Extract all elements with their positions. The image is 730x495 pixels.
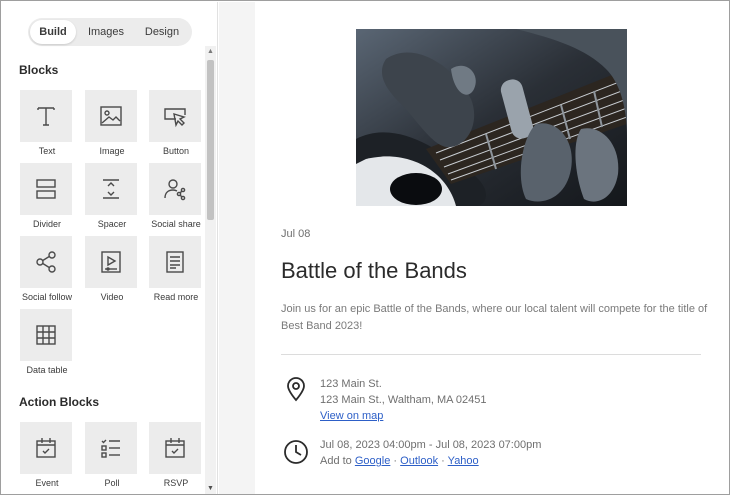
block-tile	[149, 90, 201, 142]
block-spacer[interactable]: Spacer	[84, 163, 140, 235]
block-button[interactable]: Button	[148, 90, 204, 162]
block-tile	[85, 163, 137, 215]
action-blocks-heading: Action Blocks	[19, 395, 100, 409]
event-date: Jul 08	[281, 228, 311, 240]
add-to-label: Add to	[320, 455, 352, 467]
address-line-1: 123 Main St.	[320, 378, 382, 390]
content-divider	[281, 354, 701, 355]
event-title[interactable]: Battle of the Bands	[281, 258, 467, 284]
spacer-icon	[103, 179, 119, 199]
google-calendar-link[interactable]: Google	[355, 455, 390, 467]
block-tile	[20, 309, 72, 361]
view-on-map-link[interactable]: View on map	[320, 410, 383, 422]
block-tile	[85, 236, 137, 288]
block-tile	[85, 422, 137, 474]
block-text[interactable]: Text	[19, 90, 75, 162]
canvas-gutter	[219, 2, 255, 494]
block-tile	[20, 163, 72, 215]
location-pin-icon	[283, 376, 309, 402]
add-to-calendar: Add to Google · Outlook · Yahoo	[320, 453, 541, 469]
block-video[interactable]: Video	[84, 236, 140, 308]
block-label: Social share	[151, 219, 201, 229]
block-social-follow[interactable]: Social follow	[19, 236, 75, 308]
sidebar-scrollbar[interactable]: ▲ ▼	[205, 46, 216, 494]
calendar-event-icon	[36, 438, 56, 458]
block-social-share[interactable]: Social share	[148, 163, 204, 235]
tab-images[interactable]: Images	[76, 20, 136, 44]
tab-build[interactable]: Build	[30, 20, 76, 44]
data-table-icon	[36, 325, 56, 345]
block-data-table[interactable]: Data table	[19, 309, 75, 381]
read-more-icon	[166, 251, 184, 273]
link-separator: ·	[393, 455, 398, 467]
block-tile	[85, 90, 137, 142]
block-image[interactable]: Image	[84, 90, 140, 162]
address-line-2: 123 Main St., Waltham, MA 02451	[320, 394, 487, 406]
block-event[interactable]: Event	[19, 422, 75, 494]
editor-window: Build Images Design Blocks Text Image Bu…	[0, 0, 730, 495]
block-tile	[20, 90, 72, 142]
scroll-up-arrow-icon[interactable]: ▲	[205, 46, 216, 58]
panel-tabs: Build Images Design	[28, 18, 192, 46]
block-label: RSVP	[163, 478, 189, 488]
calendar-rsvp-icon	[165, 438, 185, 458]
block-label: Read more	[153, 292, 199, 302]
clock-icon	[283, 439, 309, 465]
block-tile	[20, 422, 72, 474]
block-read-more[interactable]: Read more	[148, 236, 204, 308]
block-label: Button	[162, 146, 190, 156]
block-divider[interactable]: Divider	[19, 163, 75, 235]
block-rsvp[interactable]: RSVP	[148, 422, 204, 494]
divider-icon	[36, 179, 56, 199]
block-tile	[149, 422, 201, 474]
blocks-heading: Blocks	[19, 63, 59, 77]
link-separator: ·	[441, 455, 445, 467]
poll-icon	[101, 439, 120, 458]
guitar-photo	[356, 29, 627, 206]
image-icon	[100, 106, 122, 126]
block-label: Data table	[26, 365, 68, 375]
block-tile	[149, 236, 201, 288]
event-location: 123 Main St. 123 Main St., Waltham, MA 0…	[320, 376, 487, 424]
scroll-down-arrow-icon[interactable]: ▼	[205, 483, 216, 494]
block-tile	[20, 236, 72, 288]
social-share-icon	[164, 179, 186, 201]
video-icon	[101, 251, 121, 273]
yahoo-calendar-link[interactable]: Yahoo	[448, 455, 479, 467]
social-follow-icon	[36, 251, 56, 273]
outlook-calendar-link[interactable]: Outlook	[400, 455, 438, 467]
tab-design[interactable]: Design	[136, 20, 188, 44]
event-datetime: Jul 08, 2023 04:00pm - Jul 08, 2023 07:0…	[320, 439, 542, 451]
event-time: Jul 08, 2023 04:00pm - Jul 08, 2023 07:0…	[320, 437, 541, 469]
block-poll[interactable]: Poll	[84, 422, 140, 494]
block-tile	[149, 163, 201, 215]
blocks-sidebar: Build Images Design Blocks Text Image Bu…	[2, 2, 218, 494]
event-description[interactable]: Join us for an epic Battle of the Bands,…	[281, 301, 711, 335]
hero-image-guitar[interactable]	[356, 29, 627, 206]
email-preview: Jul 08 Battle of the Bands Join us for a…	[255, 2, 729, 494]
text-icon	[37, 107, 55, 126]
button-icon	[164, 108, 186, 128]
scroll-thumb[interactable]	[207, 60, 214, 220]
